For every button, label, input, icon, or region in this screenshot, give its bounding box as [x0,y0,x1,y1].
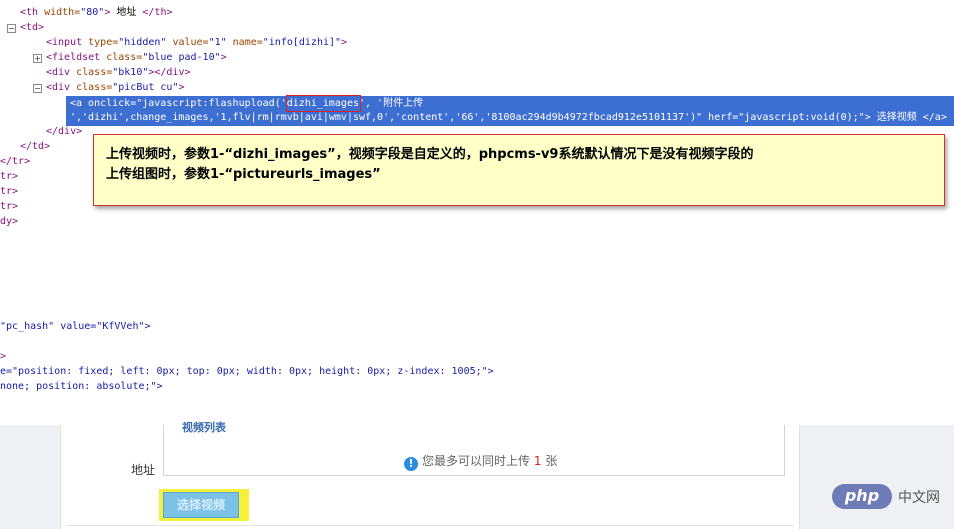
tag-close: > [341,37,348,48]
tag-close: > [220,52,227,63]
code-line-div-close[interactable]: </div> [46,124,82,139]
tag-name: <fieldset [46,52,101,63]
attr-value: "bk10" [112,67,149,78]
site-name: 中文网 [898,490,940,506]
upload-box: 视频列表 ! 您最多可以同时上传 1 张 [163,421,785,476]
attr-name: class= [70,67,113,78]
code-line-th[interactable]: <th width="80"> 地址 </th> [20,5,173,20]
php-logo: php [832,484,892,509]
attr-value: "picBut cu" [112,82,179,93]
code-line-tr-close[interactable]: </tr> [0,154,30,169]
code-line-fieldset[interactable]: <fieldset class="blue pad-10"> [46,50,227,65]
attr-name: name= [226,37,263,48]
tag-close: > [178,82,185,93]
tag-end: </th> [142,7,173,18]
form-panel: 地址 视频列表 ! 您最多可以同时上传 1 张 选择视频 [60,421,800,529]
code-line-close[interactable]: > [0,349,6,364]
attr-value: "1" [208,37,227,48]
note-line-1: 上传视频时，参数1-“dizhi_images”，视频字段是自定义的，phpcm… [106,147,754,162]
code-line-style-fixed[interactable]: e="position: fixed; left: 0px; top: 0px;… [0,364,494,379]
tag-name: <div [46,67,71,78]
attr-value: "80" [80,7,105,18]
attr-value: "info[dizhi]" [262,37,342,48]
button-highlight: 选择视频 [159,489,249,521]
code-line-td-close[interactable]: </td> [20,139,50,154]
tag-close: ></div> [148,67,191,78]
annotation-note: 上传视频时，参数1-“dizhi_images”，视频字段是自定义的，phpcm… [93,134,945,206]
info-suffix: 张 [545,454,558,468]
divider [66,525,794,526]
note-line-2: 上传组图时，参数1-“pictureurls_images” [106,167,381,182]
code-line-tbody[interactable]: dy> [0,214,18,229]
attr-name: type= [82,37,119,48]
php-cn-watermark: php 中文网 [832,484,947,510]
tag-name: <th [20,7,39,18]
code-line-tr[interactable]: tr> [0,184,18,199]
info-count: 1 [533,454,542,468]
upload-limit-info: ! 您最多可以同时上传 1 张 [404,452,557,471]
code-line-td[interactable]: <td> [20,20,44,35]
attr-name: width= [38,7,81,18]
attr-value: "hidden" [118,37,167,48]
selected-anchor-node[interactable]: <a onclick="javascript:flashupload('dizh… [66,96,954,126]
attr-name: value= [166,37,209,48]
tag-name: <div [46,82,71,93]
attr-name: class= [100,52,143,63]
devtools-code-pane: <th width="80"> 地址 </th> − <td> <input t… [0,0,954,425]
info-prefix: 您最多可以同时上传 [422,454,531,468]
info-icon: ! [404,457,418,471]
selected-line-1: <a onclick="javascript:flashupload('dizh… [70,98,424,109]
code-line-input[interactable]: <input type="hidden" value="1" name="inf… [46,35,347,50]
page-preview: 地址 视频列表 ! 您最多可以同时上传 1 张 选择视频 [0,421,954,529]
tag-name: <input [46,37,83,48]
video-list-title: 视频列表 [182,421,226,434]
collapse-toggle-icon[interactable]: − [7,24,16,33]
highlight-box [286,95,361,112]
code-line-tr[interactable]: tr> [0,199,18,214]
text-node: 地址 [110,7,143,18]
code-line-div-bk10[interactable]: <div class="bk10"></div> [46,65,191,80]
code-line-div-picbut[interactable]: <div class="picBut cu"> [46,80,185,95]
select-video-button[interactable]: 选择视频 [163,492,239,518]
code-line-tr[interactable]: tr> [0,169,18,184]
attr-name: class= [70,82,113,93]
code-line-style-absolute[interactable]: none; position: absolute;"> [0,379,163,394]
code-line-pc-hash[interactable]: "pc_hash" value="KfVVeh"> [0,319,151,334]
expand-toggle-icon[interactable]: + [33,54,42,63]
collapse-toggle-icon[interactable]: − [33,84,42,93]
address-label: 地址 [131,463,156,477]
attr-value: "blue pad-10" [142,52,221,63]
selected-line-2: ','dizhi',change_images,'1,flv|rm|rmvb|a… [70,112,947,123]
